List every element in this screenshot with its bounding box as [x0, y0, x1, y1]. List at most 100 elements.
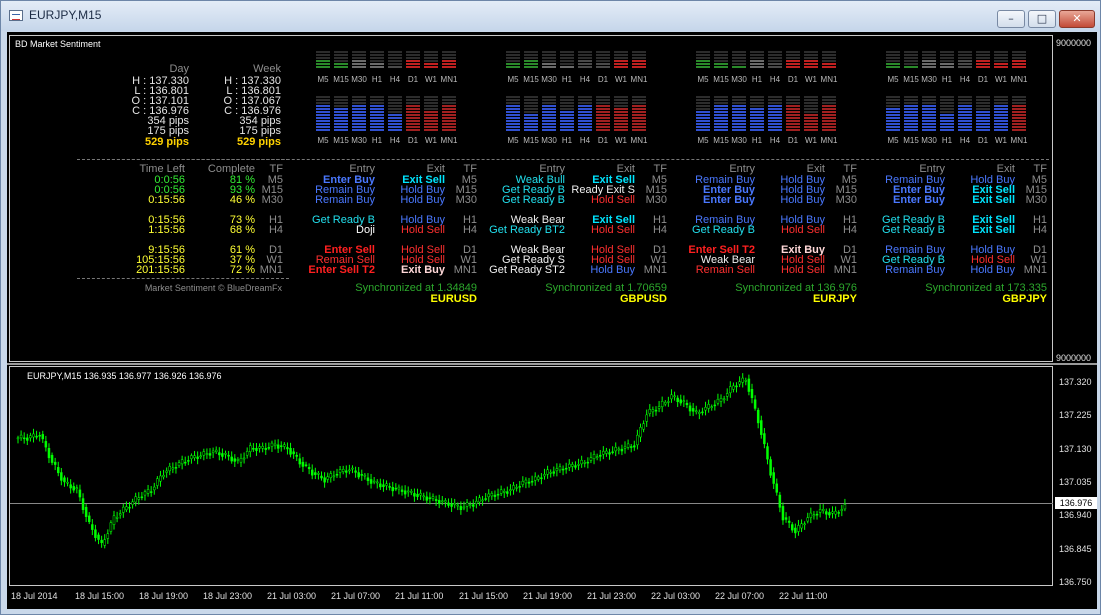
- bar-cell: [578, 60, 592, 62]
- bar-cell: [732, 60, 746, 62]
- maximize-button[interactable]: □: [1028, 10, 1056, 28]
- candle-body: [574, 465, 577, 468]
- candle-body: [478, 497, 481, 503]
- bar-cell: [406, 60, 420, 62]
- bar-cell: [542, 54, 556, 56]
- bar-cell: [316, 54, 330, 56]
- bar-cell: [316, 129, 330, 131]
- terminal-window: EURJPY,M15 – □ ✕ BD Market Sentiment 900…: [0, 0, 1101, 615]
- candle-body: [180, 459, 184, 465]
- candle-body: [707, 404, 710, 409]
- candle-body: [310, 469, 314, 476]
- exit-signal: Hold Buy: [780, 194, 825, 206]
- bar-cell: [388, 105, 402, 107]
- candle-body: [722, 398, 726, 401]
- candle-body: [645, 414, 648, 422]
- bar-tf-label: W1: [995, 136, 1007, 145]
- candle-body: [258, 446, 261, 449]
- bar-cell: [316, 102, 330, 104]
- candle-body: [794, 527, 797, 534]
- bar-cell: [732, 117, 746, 119]
- candle-body: [468, 504, 472, 506]
- bar-cell: [370, 96, 384, 98]
- candle-body: [128, 506, 131, 509]
- bar-cell: [786, 63, 800, 65]
- bar-cell: [696, 129, 710, 131]
- bar-cell: [696, 117, 710, 119]
- candle-body: [679, 399, 683, 404]
- bar-cell: [578, 51, 592, 53]
- bar-tf-label: H1: [751, 136, 763, 145]
- candle-body: [441, 500, 444, 503]
- bar-tf-label: M5: [507, 136, 519, 145]
- bar-cell: [560, 129, 574, 131]
- bar-tf-label: MN1: [630, 136, 648, 145]
- bar-cell: [922, 60, 936, 62]
- candle-body: [843, 504, 847, 510]
- bar-cell: [958, 120, 972, 122]
- time-label: 18 Jul 23:00: [203, 591, 253, 601]
- bar-cell: [560, 96, 574, 98]
- bar-cell: [352, 105, 366, 107]
- bar-tf-label: H4: [959, 75, 971, 84]
- bar-cell: [542, 108, 556, 110]
- candle-body: [831, 511, 834, 514]
- candle-body: [589, 457, 593, 461]
- candle-body: [286, 447, 289, 450]
- bar-cell: [442, 96, 456, 98]
- bar-tf-label: M30: [731, 136, 747, 145]
- bar-cell: [506, 111, 520, 113]
- bar-tf-label: M30: [351, 75, 367, 84]
- bar-cell: [578, 117, 592, 119]
- bar-cell: [524, 108, 538, 110]
- bar-cell: [406, 66, 420, 68]
- bar-cell: [976, 51, 990, 53]
- bar-cell: [886, 129, 900, 131]
- bar-tf-label: MN1: [440, 136, 458, 145]
- candle-body: [462, 506, 466, 509]
- bar-cell: [316, 108, 330, 110]
- bar-cell: [352, 54, 366, 56]
- bar-cell: [614, 117, 628, 119]
- bar-cell: [940, 108, 954, 110]
- bar-cell: [524, 63, 538, 65]
- bar-cell: [976, 117, 990, 119]
- candle-series: [16, 373, 847, 549]
- bar-cell: [750, 96, 764, 98]
- bar-tf-label: M30: [351, 136, 367, 145]
- bar-cell: [316, 96, 330, 98]
- bar-cell: [714, 129, 728, 131]
- bar-cell: [786, 123, 800, 125]
- bar-cell: [904, 51, 918, 53]
- bar-cell: [1012, 114, 1026, 116]
- close-button[interactable]: ✕: [1059, 10, 1095, 28]
- candle-body: [484, 498, 487, 500]
- candle-body: [577, 464, 580, 466]
- bar-cell: [370, 126, 384, 128]
- bar-cell: [542, 123, 556, 125]
- candle-body: [611, 451, 614, 453]
- bar-cell: [614, 96, 628, 98]
- bar-cell: [596, 57, 610, 59]
- candle-body: [549, 472, 552, 474]
- bar-cell: [506, 66, 520, 68]
- candle-body: [19, 434, 23, 439]
- bar-cell: [596, 51, 610, 53]
- timer-time-left: 201:15:56: [136, 264, 185, 276]
- subwindow-separator[interactable]: [7, 363, 1097, 365]
- bar-cell: [542, 66, 556, 68]
- bar-tf-label: W1: [995, 75, 1007, 84]
- bar-cell: [804, 111, 818, 113]
- candle-body: [428, 497, 432, 500]
- bar-tf-label: H1: [371, 136, 383, 145]
- bar-cell: [994, 57, 1008, 59]
- bar-cell: [958, 63, 972, 65]
- bar-cell: [542, 57, 556, 59]
- bar-cell: [768, 129, 782, 131]
- bar-cell: [804, 54, 818, 56]
- minimize-button[interactable]: –: [997, 10, 1025, 28]
- chart-area[interactable]: BD Market Sentiment 9000000 9000000 Day …: [7, 32, 1097, 609]
- bar-cell: [632, 114, 646, 116]
- bar-cell: [886, 102, 900, 104]
- bar-cell: [940, 117, 954, 119]
